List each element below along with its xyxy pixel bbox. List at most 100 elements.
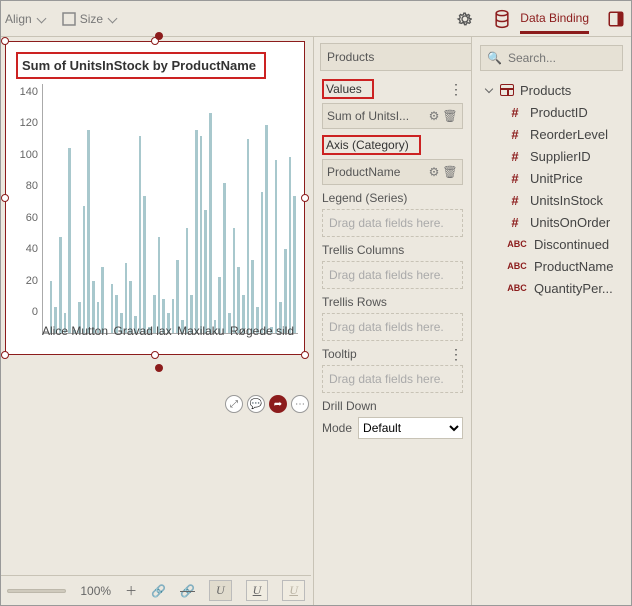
- size-icon: [62, 12, 76, 26]
- x-tick: Maxilaku: [177, 324, 224, 338]
- datasource-name: Products: [327, 50, 374, 64]
- field-item[interactable]: ABCDiscontinued: [480, 233, 623, 255]
- database-icon: [492, 9, 512, 29]
- comment-button[interactable]: 💬: [247, 395, 265, 413]
- resize-handle-s[interactable]: [151, 351, 159, 359]
- chart-plot-area: 140120100806040200: [12, 84, 298, 334]
- field-label: Discontinued: [534, 237, 609, 252]
- field-item[interactable]: #SupplierID: [480, 145, 623, 167]
- toggle-panel-button[interactable]: [607, 10, 625, 28]
- chart-widget[interactable]: Sum of UnitsInStock by ProductName 14012…: [5, 41, 305, 355]
- y-tick: 120: [20, 117, 38, 129]
- bar: [204, 210, 207, 334]
- design-canvas[interactable]: Sum of UnitsInStock by ProductName 14012…: [1, 37, 313, 575]
- zoom-slider[interactable]: [7, 589, 66, 593]
- bar: [209, 113, 212, 334]
- data-binding-tab[interactable]: Data Binding: [492, 5, 589, 34]
- field-item[interactable]: #UnitsInStock: [480, 189, 623, 211]
- settings-button[interactable]: [456, 10, 474, 28]
- field-item[interactable]: ABCProductName: [480, 255, 623, 277]
- bar: [247, 139, 250, 334]
- rotate-handle-top[interactable]: [155, 32, 163, 40]
- values-chip[interactable]: Sum of UnitsI... ⚙ 🗑: [322, 103, 463, 129]
- gear-icon[interactable]: ⚙: [426, 109, 442, 123]
- link-button[interactable]: 🔗: [151, 584, 166, 598]
- resize-handle-sw[interactable]: [1, 351, 9, 359]
- tooltip-section-title: Tooltip: [322, 347, 357, 361]
- chart-title: Sum of UnitsInStock by ProductName: [22, 58, 256, 73]
- x-tick: Gravad lax: [114, 324, 172, 338]
- expand-button[interactable]: ⤢: [225, 395, 243, 413]
- y-tick: 80: [26, 180, 38, 192]
- trellis-cols-drop-zone[interactable]: Drag data fields here.: [322, 261, 463, 289]
- chevron-down-icon: [107, 14, 117, 24]
- gear-icon: [456, 10, 474, 28]
- size-dropdown[interactable]: Size: [62, 12, 117, 26]
- field-label: UnitsInStock: [530, 193, 603, 208]
- bar: [176, 260, 179, 334]
- datasource-selector[interactable]: Products ×: [320, 43, 472, 71]
- resize-handle-w[interactable]: [1, 194, 9, 202]
- align-dropdown[interactable]: Align: [5, 12, 46, 26]
- gear-icon[interactable]: ⚙: [426, 165, 442, 179]
- bar: [293, 196, 296, 334]
- fields-search-input[interactable]: [506, 50, 631, 66]
- y-tick: 40: [26, 243, 38, 255]
- resize-handle-e[interactable]: [301, 194, 309, 202]
- number-type-icon: #: [506, 215, 524, 230]
- bar: [87, 130, 90, 334]
- bar: [251, 260, 254, 334]
- drill-mode-label: Mode: [322, 421, 352, 435]
- more-icon: ⋯: [295, 399, 305, 410]
- zoom-in-button[interactable]: ＋: [125, 582, 137, 599]
- number-type-icon: #: [506, 171, 524, 186]
- tooltip-menu-button[interactable]: ⋮: [449, 347, 463, 361]
- resize-handle-se[interactable]: [301, 351, 309, 359]
- field-item[interactable]: # UnitsOnOrder: [480, 211, 623, 233]
- drill-mode-select[interactable]: Default: [358, 417, 463, 439]
- number-type-icon: #: [506, 127, 524, 142]
- y-tick: 20: [26, 275, 38, 287]
- field-label: ProductName: [534, 259, 613, 274]
- unit-toggle-off[interactable]: U: [246, 580, 269, 601]
- chevron-down-icon: [36, 14, 46, 24]
- field-label: ReorderLevel: [530, 127, 608, 142]
- text-type-icon: ABC: [506, 283, 528, 293]
- values-section-title: Values: [322, 79, 374, 99]
- table-icon: [500, 84, 514, 96]
- field-label: QuantityPer...: [534, 281, 613, 296]
- bar: [195, 130, 198, 334]
- field-label: UnitPrice: [530, 171, 583, 186]
- comment-icon: 💬: [250, 399, 262, 410]
- trash-icon[interactable]: 🗑: [442, 165, 458, 179]
- unlink-button[interactable]: 🔗: [180, 584, 195, 598]
- unit-toggle-on[interactable]: U: [209, 580, 232, 601]
- trellis-rows-drop-zone[interactable]: Drag data fields here.: [322, 313, 463, 341]
- bar: [223, 183, 226, 334]
- bar: [289, 157, 292, 334]
- panel-collapse-icon: [607, 10, 625, 28]
- field-item[interactable]: # UnitPrice: [480, 167, 623, 189]
- fields-table-node[interactable]: Products: [480, 79, 623, 101]
- legend-section-title: Legend (Series): [322, 191, 407, 205]
- drilldown-section-title: Drill Down: [322, 399, 377, 413]
- axis-section-title: Axis (Category): [322, 135, 421, 155]
- field-item[interactable]: # ReorderLevel: [480, 123, 623, 145]
- bar: [284, 249, 287, 334]
- resize-handle-nw[interactable]: [1, 37, 9, 45]
- tooltip-drop-zone[interactable]: Drag data fields here.: [322, 365, 463, 393]
- field-label: UnitsOnOrder: [530, 215, 610, 230]
- values-menu-button[interactable]: ⋮: [449, 82, 463, 96]
- share-button[interactable]: ➦: [269, 395, 287, 413]
- fields-search[interactable]: 🔍: [480, 45, 623, 71]
- bar: [139, 136, 142, 334]
- legend-drop-zone[interactable]: Drag data fields here.: [322, 209, 463, 237]
- chart-title-highlight: Sum of UnitsInStock by ProductName: [16, 52, 266, 79]
- unit-toggle-alt[interactable]: U: [282, 580, 305, 601]
- field-item[interactable]: ABC QuantityPer...: [480, 277, 623, 299]
- trash-icon[interactable]: 🗑: [442, 109, 458, 123]
- field-item[interactable]: #ProductID: [480, 101, 623, 123]
- more-button[interactable]: ⋯: [291, 395, 309, 413]
- axis-chip[interactable]: ProductName ⚙ 🗑: [322, 159, 463, 185]
- rotate-handle-bottom[interactable]: [155, 364, 163, 372]
